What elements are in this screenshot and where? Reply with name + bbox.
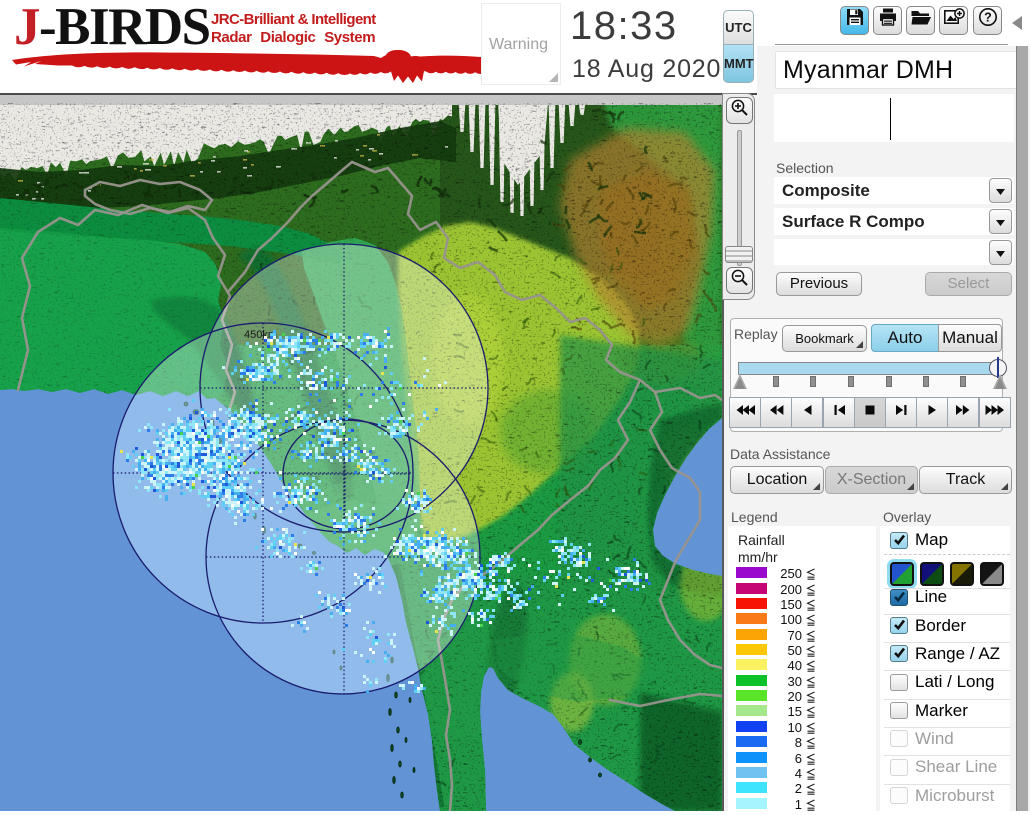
svg-text:?: ? [984, 11, 992, 25]
